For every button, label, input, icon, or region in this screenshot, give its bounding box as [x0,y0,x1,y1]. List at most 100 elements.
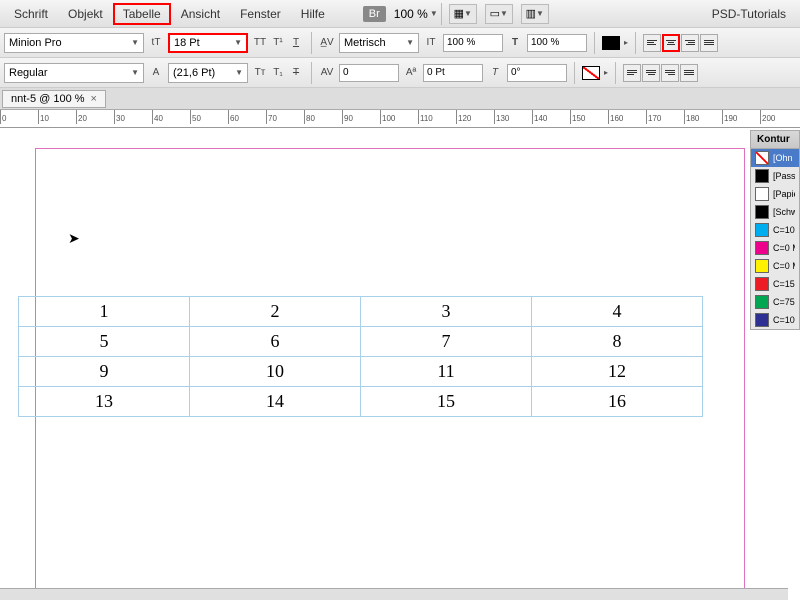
align-left-button[interactable] [643,34,661,52]
horizontal-scrollbar[interactable] [0,588,788,600]
table-cell[interactable]: 6 [190,327,361,357]
workspace-label[interactable]: PSD-Tutorials [712,7,796,21]
table-cell[interactable]: 2 [190,297,361,327]
table-cell[interactable]: 15 [361,387,532,417]
table-cell[interactable]: 16 [532,387,703,417]
skew-input[interactable]: 0° [507,64,567,82]
ruler-tick-label: 150 [572,114,585,123]
bridge-button[interactable]: Br [363,6,386,22]
swatch-item[interactable]: [Passe [751,167,799,185]
underline-icon[interactable]: T [288,35,304,51]
font-family-select[interactable]: Minion Pro ▼ [4,33,144,53]
options-bar-1: Minion Pro ▼ tT 18 Pt ▼ TT T¹ T A̲V Metr… [0,28,800,58]
document-tab[interactable]: nnt-5 @ 100 % × [2,90,106,108]
smallcaps-icon[interactable]: Tᴛ [252,65,268,81]
tracking-icon: AV [319,65,335,81]
swatch-label: [Papie [773,189,795,199]
leading-input[interactable]: (21,6 Pt) ▼ [168,63,248,83]
table-cell[interactable]: 7 [361,327,532,357]
table-row[interactable]: 13141516 [19,387,703,417]
table-cell[interactable]: 4 [532,297,703,327]
ruler-tick-label: 100 [382,114,395,123]
view-options-button[interactable]: ▦▼ [449,4,477,24]
menu-fenster[interactable]: Fenster [230,3,291,25]
table-row[interactable]: 9101112 [19,357,703,387]
swatch-item[interactable]: C=0 M [751,257,799,275]
swatch-color-icon [755,205,769,219]
table-cell[interactable]: 11 [361,357,532,387]
justify-align-group [623,64,698,82]
strikethrough-icon[interactable]: T [288,65,304,81]
horizontal-ruler[interactable]: 0102030405060708090100110120130140150160… [0,110,800,128]
swatch-item[interactable]: [Schw [751,203,799,221]
allcaps-icon[interactable]: TT [252,35,268,51]
font-style-select[interactable]: Regular ▼ [4,63,144,83]
swatch-item[interactable]: [Ohn [751,149,799,167]
table-cell[interactable]: 8 [532,327,703,357]
menu-ansicht[interactable]: Ansicht [171,3,230,25]
ruler-tick-label: 140 [534,114,547,123]
ruler-tick-label: 10 [40,114,49,123]
justify-center-button[interactable] [642,64,660,82]
baseline-input[interactable]: 0 Pt [423,64,483,82]
chevron-right-icon[interactable]: ▸ [604,68,608,77]
align-right-button[interactable] [681,34,699,52]
close-icon[interactable]: × [91,93,97,105]
table-row[interactable]: 5678 [19,327,703,357]
align-center-button[interactable] [662,34,680,52]
kerning-icon: A̲V [319,35,335,51]
chevron-right-icon[interactable]: ▸ [624,38,628,47]
font-size-value: 18 Pt [174,37,200,49]
swatch-item[interactable]: [Papie [751,185,799,203]
swatch-color-icon [755,313,769,327]
swatches-panel[interactable]: Kontur [Ohn[Passe[Papie[SchwC=10C=0 MC=0… [750,130,800,330]
menubar: Schrift Objekt Tabelle Ansicht Fenster H… [0,0,800,28]
table-cell[interactable]: 12 [532,357,703,387]
swatch-item[interactable]: C=10 [751,311,799,329]
ruler-tick-label: 130 [496,114,509,123]
swatch-color-icon [755,169,769,183]
vscale-input[interactable]: 100 % [443,34,503,52]
chevron-down-icon: ▼ [131,38,139,47]
kerning-select[interactable]: Metrisch ▼ [339,33,419,53]
justify-left-button[interactable] [623,64,641,82]
fill-icon[interactable] [602,36,620,50]
menu-hilfe[interactable]: Hilfe [291,3,335,25]
font-size-input[interactable]: 18 Pt ▼ [168,33,248,53]
menu-schrift[interactable]: Schrift [4,3,58,25]
table-cell[interactable]: 9 [19,357,190,387]
swatch-item[interactable]: C=15 [751,275,799,293]
menu-objekt[interactable]: Objekt [58,3,113,25]
swatch-item[interactable]: C=0 M [751,239,799,257]
subscript-icon[interactable]: T₁ [270,65,286,81]
align-justify-button[interactable] [700,34,718,52]
content-table[interactable]: 12345678910111213141516 [18,296,703,417]
arrange-button[interactable]: ▥▼ [521,4,549,24]
justify-all-button[interactable] [680,64,698,82]
font-style-value: Regular [9,67,48,79]
document-canvas[interactable]: 12345678910111213141516 ➤ [0,128,800,600]
swatch-color-icon [755,187,769,201]
menu-tabelle[interactable]: Tabelle [113,3,171,25]
zoom-level[interactable]: 100 % ▼ [394,7,438,21]
table-row[interactable]: 1234 [19,297,703,327]
swatches-panel-title[interactable]: Kontur [751,131,799,149]
swatch-label: C=15 [773,279,795,289]
swatch-item[interactable]: C=10 [751,221,799,239]
tracking-input[interactable]: 0 [339,64,399,82]
table-cell[interactable]: 14 [190,387,361,417]
justify-right-button[interactable] [661,64,679,82]
screen-mode-button[interactable]: ▭▼ [485,4,513,24]
swatch-item[interactable]: C=75 [751,293,799,311]
chevron-down-icon: ▼ [430,9,438,18]
table-cell[interactable]: 3 [361,297,532,327]
superscript-icon[interactable]: T¹ [270,35,286,51]
stroke-icon[interactable] [582,66,600,80]
table-cell[interactable]: 13 [19,387,190,417]
hscale-icon: T [507,35,523,51]
swatch-color-icon [755,259,769,273]
table-cell[interactable]: 10 [190,357,361,387]
table-cell[interactable]: 5 [19,327,190,357]
hscale-input[interactable]: 100 % [527,34,587,52]
table-cell[interactable]: 1 [19,297,190,327]
